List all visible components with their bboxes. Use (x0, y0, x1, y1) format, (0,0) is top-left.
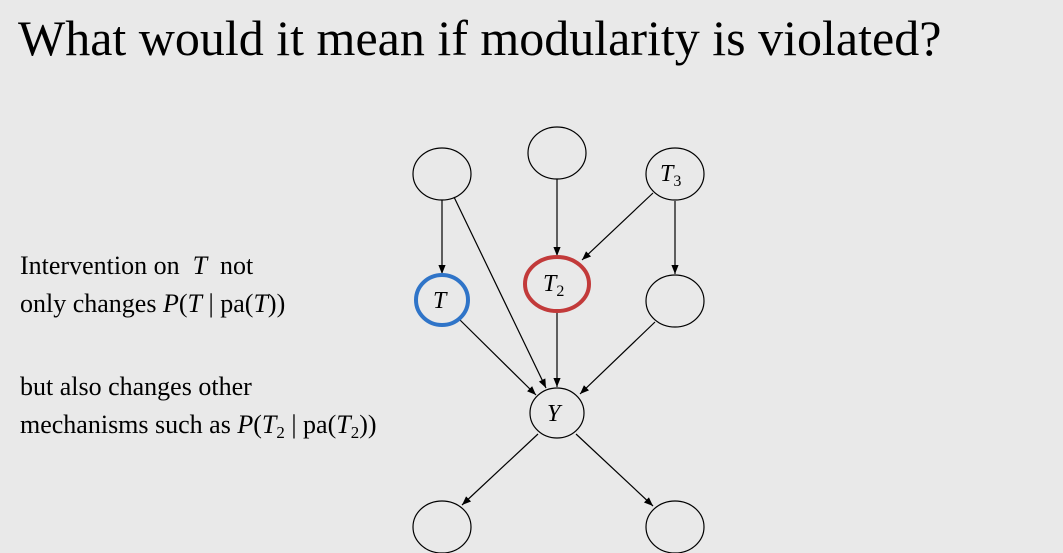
node-right (645, 274, 705, 328)
edge-y-to-bottom-right (575, 433, 654, 507)
node-t3-label: T3 (660, 161, 681, 190)
causal-graph: T3 T T2 Y (412, 126, 705, 553)
node-t-label: T (433, 288, 448, 314)
edge-right-to-y (579, 321, 656, 395)
node-y-label: Y (547, 401, 563, 427)
edge-t3-to-t2 (581, 192, 654, 261)
node-bottom-right (645, 500, 705, 553)
graph-edges (438, 179, 679, 507)
node-top-middle (527, 126, 587, 180)
node-t2-label: T2 (543, 271, 564, 300)
node-top-left (412, 147, 472, 201)
graph-nodes (412, 126, 705, 553)
edge-t-to-y (459, 319, 537, 396)
node-bottom-left (412, 500, 472, 553)
edge-y-to-bottom-left (461, 433, 539, 506)
